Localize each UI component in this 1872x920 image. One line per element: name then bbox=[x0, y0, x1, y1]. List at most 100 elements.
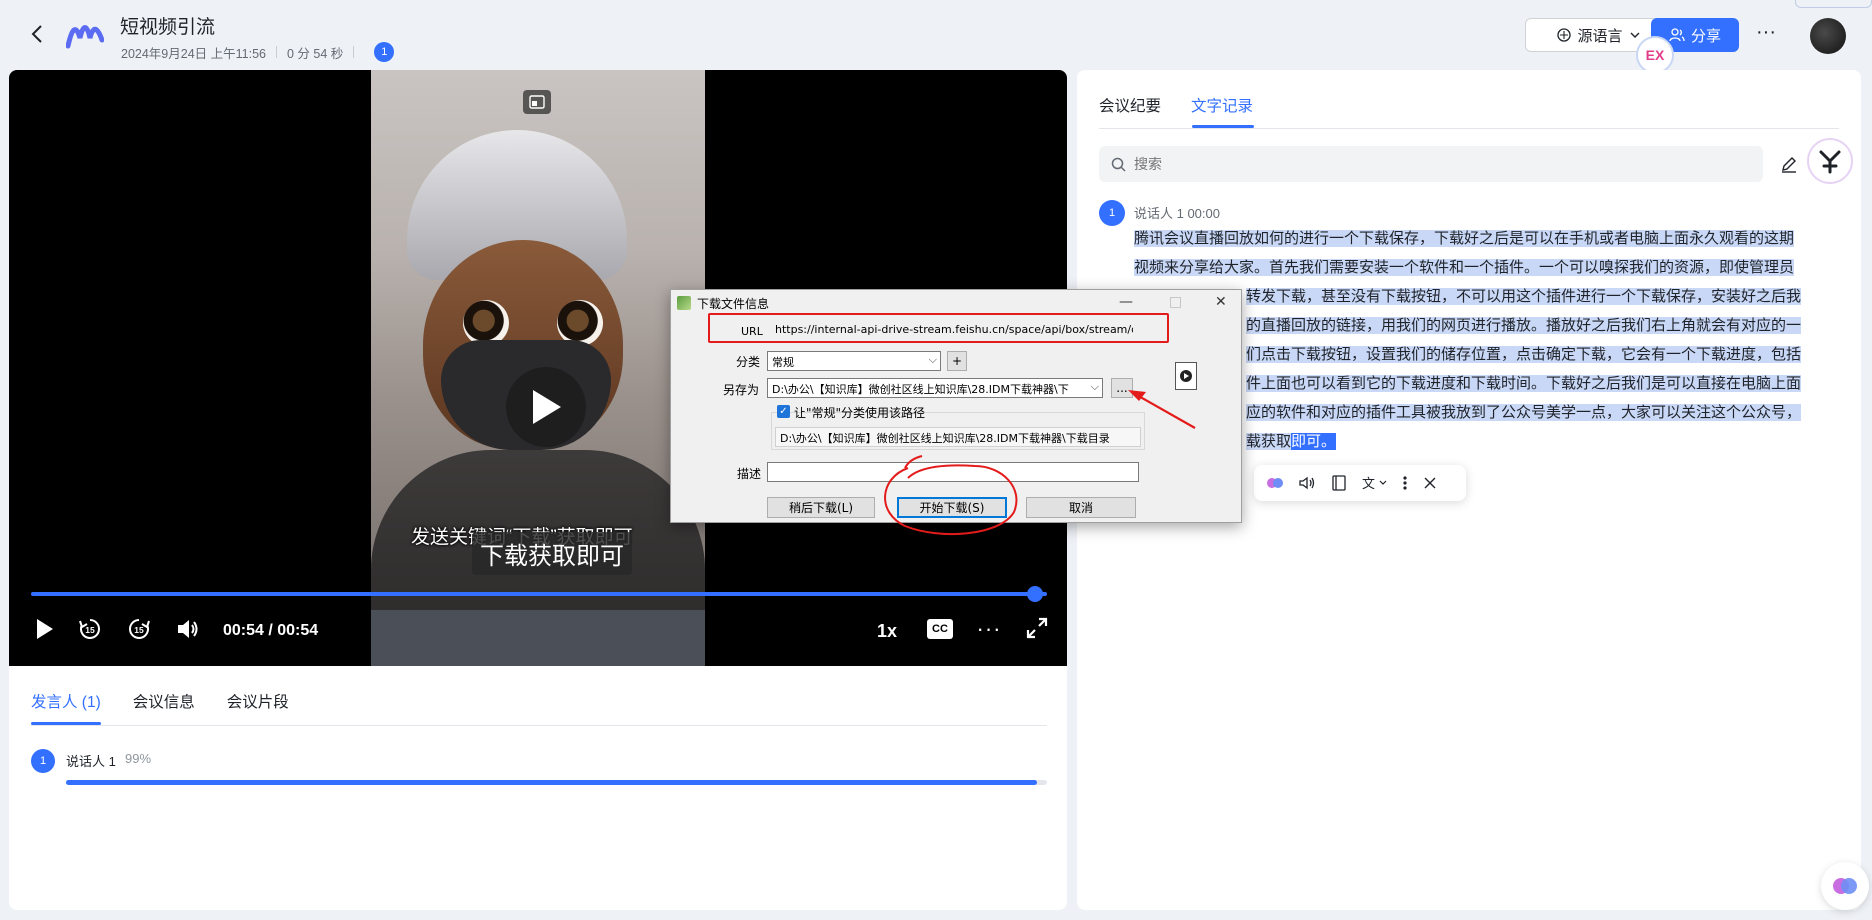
forward-15-icon[interactable]: 15 bbox=[126, 616, 152, 642]
meeting-meta: 2024年9月24日 上午11:56 0 分 54 秒 1 bbox=[121, 42, 395, 62]
cancel-button[interactable]: 取消 bbox=[1026, 497, 1136, 518]
tab-meeting-summary[interactable]: 会议纪要 bbox=[1099, 94, 1161, 116]
download-later-button[interactable]: 稍后下载(L) bbox=[767, 497, 875, 518]
participant-count-badge[interactable]: 1 bbox=[374, 42, 395, 62]
top-bar: 短视频引流 2024年9月24日 上午11:56 0 分 54 秒 1 源语言 … bbox=[0, 0, 1872, 74]
speaker-avatar: 1 bbox=[31, 749, 55, 773]
divider bbox=[31, 725, 1047, 726]
transcript-search[interactable] bbox=[1099, 146, 1763, 182]
ai-brain-icon[interactable] bbox=[1266, 474, 1284, 492]
tab-meeting-clips[interactable]: 会议片段 bbox=[227, 690, 289, 712]
category-select[interactable]: 常规 ⌵ bbox=[767, 351, 941, 371]
transcript-speaker-time[interactable]: 说话人 1 00:00 bbox=[1134, 203, 1220, 222]
transcript-line: 载获取 bbox=[1246, 433, 1292, 450]
meeting-date: 2024年9月24日 上午11:56 bbox=[121, 46, 266, 61]
maximize-icon: □ bbox=[1169, 294, 1183, 310]
fullscreen-icon[interactable] bbox=[1025, 616, 1049, 640]
divider bbox=[276, 46, 277, 58]
add-category-button[interactable]: + bbox=[947, 351, 967, 371]
book-icon[interactable] bbox=[1330, 474, 1348, 492]
transcript-selected-text: 即可。 bbox=[1291, 433, 1337, 450]
save-as-label: 另存为 bbox=[723, 383, 760, 397]
use-path-checkbox[interactable]: ✓ bbox=[777, 405, 790, 418]
chevron-down-icon: ⌵ bbox=[928, 353, 937, 366]
play-icon[interactable] bbox=[31, 616, 57, 642]
close-icon[interactable]: ✕ bbox=[1215, 294, 1227, 310]
users-icon bbox=[1669, 28, 1685, 42]
video-progress-bar[interactable] bbox=[31, 592, 1047, 596]
divider bbox=[353, 46, 355, 58]
subtitle-text: 下载获取即可 bbox=[472, 532, 632, 575]
language-icon bbox=[1557, 28, 1572, 42]
rewind-15-icon[interactable]: 15 bbox=[77, 616, 103, 642]
tab-transcript[interactable]: 文字记录 bbox=[1191, 94, 1253, 116]
transcript-line: 视频来分享给大家。首先我们需要安装一个软件和一个插件。一个可以嗅探我们的资源，即… bbox=[1134, 259, 1795, 276]
browse-button[interactable]: ... bbox=[1111, 378, 1133, 398]
save-as-path-select[interactable]: D:\办公\【知识库】微创社区线上知识库\28.IDM下载神器\下 ⌵ bbox=[767, 378, 1103, 398]
speaker-tabs: 发言人 (1) 会议信息 会议片段 bbox=[31, 690, 289, 712]
video-time: 00:54 / 00:54 bbox=[223, 622, 319, 639]
playback-speed-button[interactable]: 1x bbox=[877, 621, 897, 642]
tab-speakers[interactable]: 发言人 (1) bbox=[31, 690, 101, 712]
start-download-button[interactable]: 开始下载(S) bbox=[897, 497, 1007, 518]
close-icon[interactable] bbox=[1422, 475, 1438, 491]
transcript-line: 应的软件和对应的插件工具被我放到了公众号美学一点，大家可以关注这个公众号， bbox=[1246, 404, 1802, 421]
category-value: 常规 bbox=[772, 356, 794, 369]
description-label: 描述 bbox=[737, 467, 762, 481]
edit-icon[interactable] bbox=[1779, 154, 1799, 174]
transcript-line: 的直播回放的链接，用我们的网页进行播放。播放好之后我们右上角就会有对应的一 bbox=[1246, 317, 1802, 334]
active-tab-indicator bbox=[31, 722, 101, 725]
url-highlight-annotation bbox=[708, 313, 1169, 343]
back-arrow-icon[interactable] bbox=[26, 22, 50, 46]
speaker-name[interactable]: 说话人 1 bbox=[66, 751, 116, 770]
user-avatar[interactable] bbox=[1810, 18, 1846, 54]
category-label: 分类 bbox=[736, 355, 761, 369]
more-vertical-icon[interactable] bbox=[1402, 474, 1408, 492]
video-floor bbox=[371, 610, 705, 666]
speaker-avatar: 1 bbox=[1099, 200, 1125, 226]
transcript-tabs: 会议纪要 文字记录 bbox=[1099, 94, 1253, 116]
cc-icon: CC bbox=[932, 623, 948, 635]
speaker-talk-bar[interactable] bbox=[66, 780, 1047, 785]
page-title: 短视频引流 bbox=[120, 17, 216, 38]
meeting-duration: 0 分 54 秒 bbox=[287, 46, 344, 61]
svg-text:15: 15 bbox=[85, 625, 95, 635]
floating-ai-icon[interactable] bbox=[1821, 862, 1869, 910]
active-tab-indicator bbox=[1192, 125, 1254, 128]
more-options-icon[interactable]: ··· bbox=[1753, 22, 1779, 48]
description-input[interactable] bbox=[767, 462, 1139, 482]
translate-icon[interactable]: 文 bbox=[1362, 474, 1388, 492]
transcript-line: 转发下载，甚至没有下载按钮，不可以用这个插件进行一个下载保存，安装好之后我 bbox=[1246, 288, 1802, 305]
file-type-icon bbox=[1175, 362, 1197, 390]
picture-in-picture-icon[interactable] bbox=[523, 90, 551, 114]
search-input[interactable] bbox=[1134, 156, 1734, 172]
svg-text:文: 文 bbox=[1362, 477, 1375, 492]
tab-meeting-info[interactable]: 会议信息 bbox=[133, 690, 195, 712]
transcript-line: 们点击下载按钮，设置我们的储存位置，点击确定下载，它会有一个下载进度，包括 bbox=[1246, 346, 1802, 363]
save-as-path-value: D:\办公\【知识库】微创社区线上知识库\28.IDM下载神器\下 bbox=[772, 383, 1069, 396]
chevron-down-icon: ⌵ bbox=[1090, 380, 1099, 393]
chevron-down-icon bbox=[1630, 32, 1639, 38]
dialog-title: 下载文件信息 bbox=[697, 296, 770, 311]
source-language-label: 源语言 bbox=[1577, 27, 1623, 45]
play-icon bbox=[533, 390, 561, 424]
speakers-panel: 发言人 (1) 会议信息 会议片段 1 说话人 1 99% bbox=[9, 666, 1067, 910]
volume-icon[interactable] bbox=[175, 616, 201, 642]
speaker-icon[interactable] bbox=[1298, 474, 1316, 492]
share-label: 分享 bbox=[1690, 27, 1721, 45]
play-overlay-button[interactable] bbox=[506, 367, 586, 447]
captions-button[interactable]: CC bbox=[927, 619, 953, 639]
use-path-checkbox-label: 让"常规"分类使用该路径 bbox=[794, 406, 926, 420]
speaker-percentage: 99% bbox=[125, 751, 152, 766]
minimize-icon[interactable]: — bbox=[1119, 294, 1133, 310]
speaker-talk-bar-fill bbox=[66, 780, 1038, 785]
ai-assistant-icon[interactable] bbox=[1807, 138, 1853, 184]
video-progress-knob[interactable] bbox=[1027, 586, 1043, 602]
more-controls-icon[interactable]: ··· bbox=[975, 616, 1003, 642]
svg-text:15: 15 bbox=[134, 625, 144, 635]
transcript-line: 件上面也可以看到它的下载进度和下载时间。下载好之后我们是可以直接在电脑上面 bbox=[1246, 375, 1802, 392]
divider bbox=[1099, 128, 1839, 129]
selection-toolbar: 文 bbox=[1254, 465, 1466, 501]
default-path-field[interactable]: D:\办公\【知识库】微创社区线上知识库\28.IDM下载神器\下载目录 bbox=[775, 427, 1141, 447]
ex-extension-badge[interactable]: EX bbox=[1636, 36, 1674, 74]
